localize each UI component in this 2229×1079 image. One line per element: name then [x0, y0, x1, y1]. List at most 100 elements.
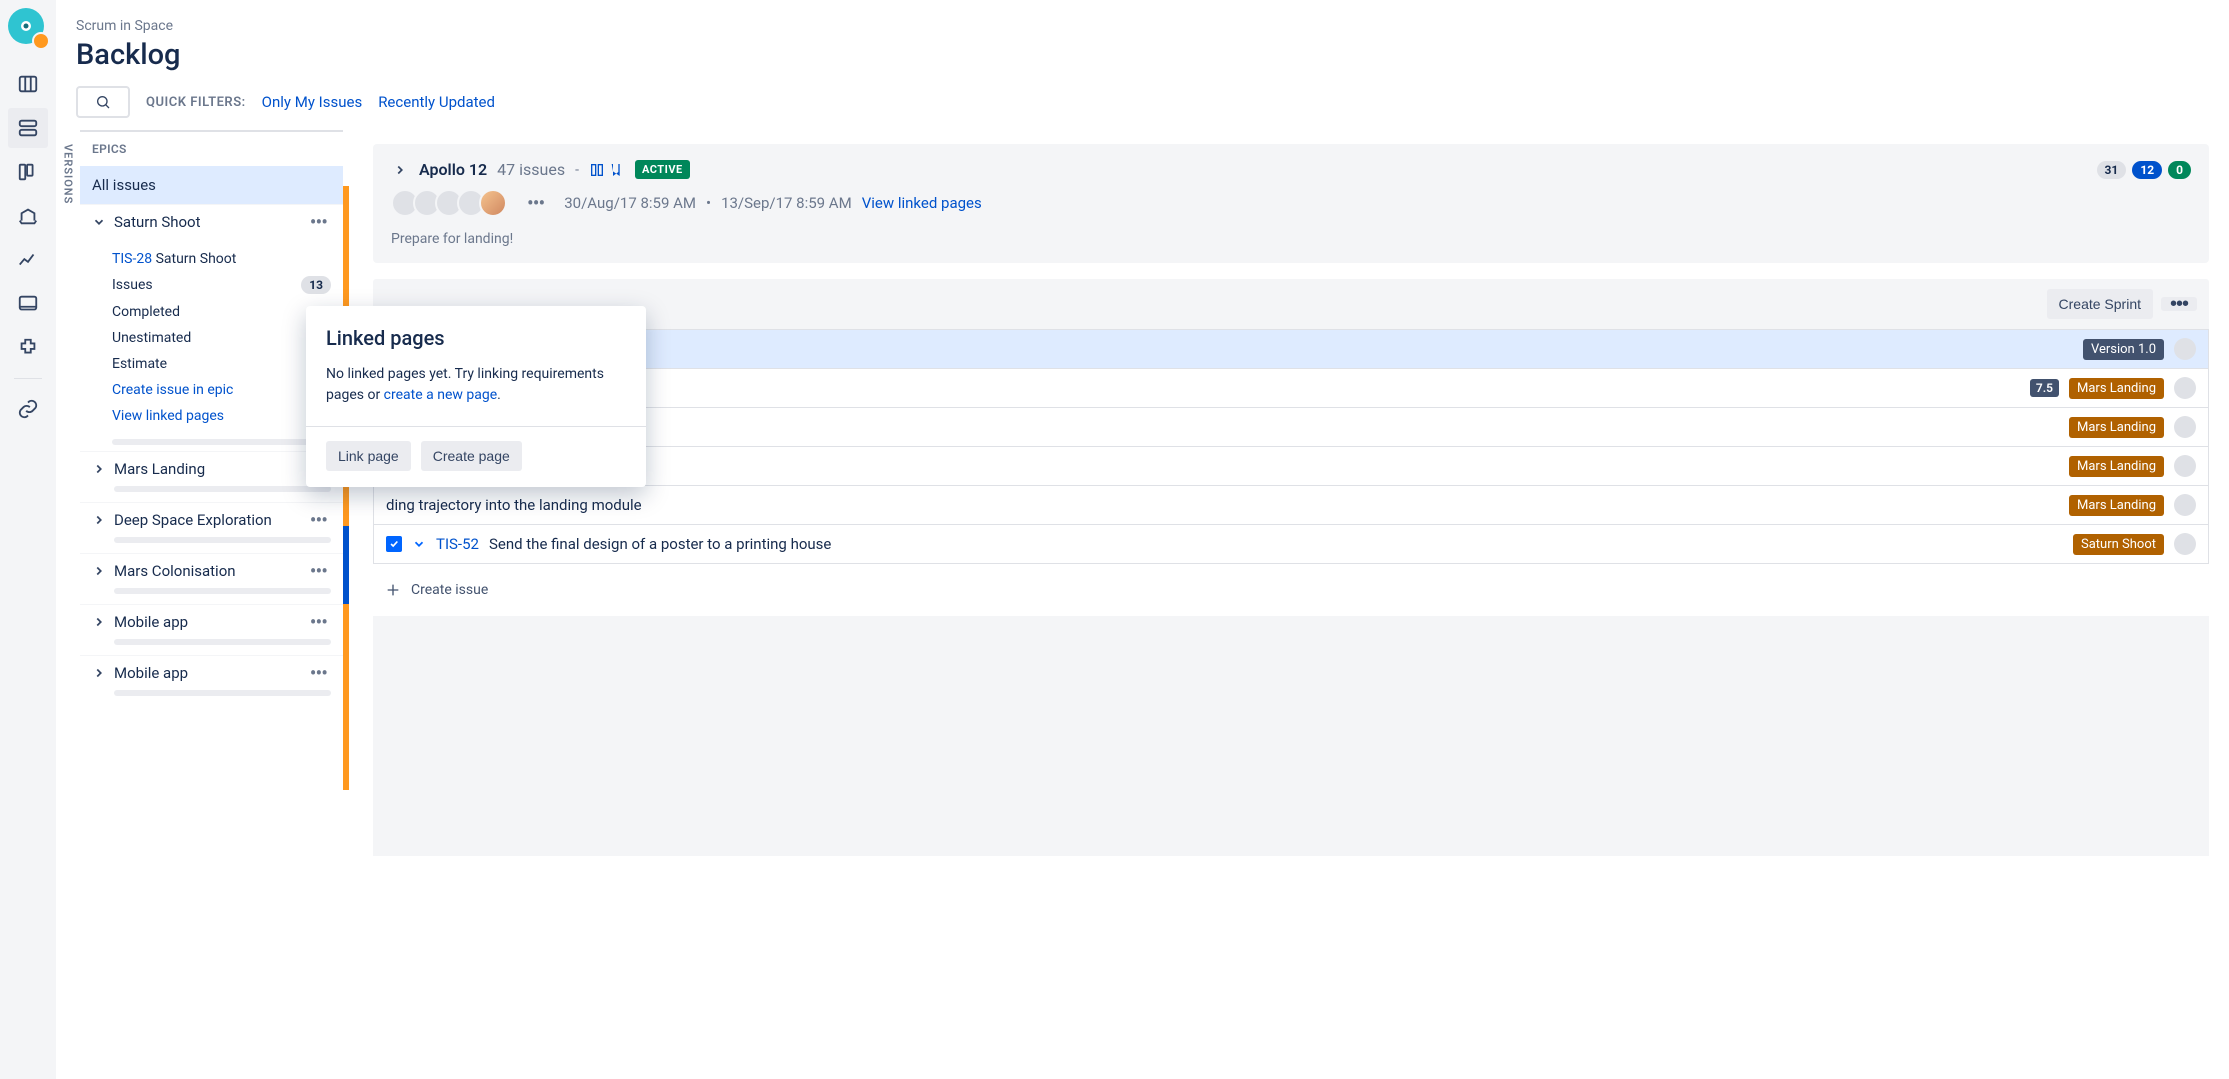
epic-mars-landing[interactable]: Mars Landing: [80, 451, 343, 502]
epic-more-icon[interactable]: •••: [306, 618, 331, 626]
view-linked-pages-sprint[interactable]: View linked pages: [862, 194, 982, 212]
active-sprints-icon[interactable]: [8, 152, 48, 192]
todo-count: 31: [2097, 161, 2127, 179]
view-linked-pages-epic[interactable]: View linked pages: [112, 403, 331, 429]
epics-panel: EPICS All issues Saturn Shoot ••• TIS-28…: [80, 130, 343, 1079]
epic-name: Saturn Shoot: [114, 213, 298, 231]
date-separator: •: [706, 194, 711, 212]
issue-row[interactable]: TIS-52 Send the final design of a poster…: [374, 524, 2208, 563]
chevron-right-icon[interactable]: [92, 564, 106, 578]
epic-progress: [114, 486, 331, 492]
versions-label: VERSIONS: [62, 144, 75, 204]
chevron-right-icon[interactable]: [92, 666, 106, 680]
issue-row[interactable]: acker app updates Version 1.0: [374, 329, 2208, 368]
chevron-right-icon[interactable]: [92, 615, 106, 629]
boards-icon[interactable]: [8, 64, 48, 104]
unestimated-label: Unestimated: [112, 330, 191, 346]
epic-mars-colonisation[interactable]: Mars Colonisation •••: [80, 553, 343, 604]
filter-recently-updated[interactable]: Recently Updated: [378, 93, 495, 111]
issue-key[interactable]: TIS-52: [436, 535, 479, 553]
versions-panel-toggle[interactable]: VERSIONS: [56, 130, 80, 1079]
quick-filters-label: QUICK FILTERS:: [146, 95, 246, 110]
link-page-button[interactable]: Link page: [326, 441, 411, 471]
done-count: 0: [2168, 161, 2191, 179]
epic-tag[interactable]: Saturn Shoot: [2073, 534, 2164, 555]
chevron-down-icon[interactable]: [92, 215, 106, 229]
epic-details: TIS-28 Saturn Shoot Issues 13 Completed …: [80, 241, 343, 451]
issues-count: 13: [301, 276, 331, 294]
priority-icon: [412, 537, 426, 551]
version-tag: Version 1.0: [2083, 339, 2164, 360]
epic-progress: [114, 537, 331, 543]
assignee-avatar[interactable]: [2174, 416, 2196, 438]
epic-tag[interactable]: Mars Landing: [2069, 417, 2164, 438]
epic-saturn-shoot[interactable]: Saturn Shoot •••: [80, 204, 343, 241]
issue-row[interactable]: nding site 7.5 Mars Landing: [374, 368, 2208, 407]
backlog-icon[interactable]: [8, 108, 48, 148]
epic-key[interactable]: TIS-28: [112, 251, 152, 267]
link-icon[interactable]: [8, 389, 48, 429]
epics-header: EPICS: [80, 132, 343, 166]
reports-icon[interactable]: [8, 240, 48, 280]
search-input[interactable]: [76, 86, 130, 118]
inprogress-count: 12: [2132, 161, 2162, 179]
epic-more-icon[interactable]: •••: [306, 218, 331, 226]
create-page-button[interactable]: Create page: [421, 441, 522, 471]
epic-mobile-app-2[interactable]: Mobile app •••: [80, 655, 343, 706]
epic-name: Mobile app: [114, 613, 298, 631]
sprint-status-badge: ACTIVE: [635, 160, 690, 179]
epic-name: Mars Colonisation: [114, 562, 298, 580]
epic-tag[interactable]: Mars Landing: [2069, 378, 2164, 399]
sprint-icons[interactable]: [589, 162, 625, 178]
epic-mobile-app-1[interactable]: Mobile app •••: [80, 604, 343, 655]
breadcrumb[interactable]: Scrum in Space: [76, 18, 2209, 34]
backlog-more-icon[interactable]: •••: [2161, 297, 2197, 311]
popover-body: No linked pages yet. Try linking require…: [326, 364, 626, 406]
sprint-end-date: 13/Sep/17 8:59 AM: [721, 194, 852, 212]
assignee-avatar[interactable]: [2174, 455, 2196, 477]
assignee-avatar[interactable]: [2174, 494, 2196, 516]
ship-icon[interactable]: [8, 196, 48, 236]
create-issue-in-epic[interactable]: Create issue in epic: [112, 377, 331, 403]
backlog-header: Create Sprint •••: [373, 279, 2209, 329]
filter-only-my-issues[interactable]: Only My Issues: [262, 93, 363, 111]
sprint-start-date: 30/Aug/17 8:59 AM: [564, 194, 696, 212]
sprint-card: Apollo 12 47 issues - ACTIVE 31 12 0: [373, 144, 2209, 263]
create-new-page-link[interactable]: create a new page: [384, 387, 497, 403]
epic-color-stripes: [343, 132, 349, 1079]
all-issues[interactable]: All issues: [80, 166, 343, 204]
assignee-avatar[interactable]: [2174, 533, 2196, 555]
addon-icon[interactable]: [8, 328, 48, 368]
epic-title: Saturn Shoot: [156, 251, 237, 267]
issue-row[interactable]: ding trajectory into the landing module …: [374, 485, 2208, 524]
backlog-footer: [373, 616, 2209, 856]
sprint-goal: Prepare for landing!: [391, 231, 2191, 247]
project-avatar[interactable]: [8, 8, 48, 48]
epic-progress: [114, 690, 331, 696]
create-issue-button[interactable]: Create issue: [373, 564, 2209, 616]
create-sprint-button[interactable]: Create Sprint: [2047, 289, 2153, 319]
assignee-avatar[interactable]: [2174, 338, 2196, 360]
epic-more-icon[interactable]: •••: [306, 669, 331, 677]
chevron-right-icon[interactable]: [92, 462, 106, 476]
task-icon: [386, 536, 402, 552]
sprint-assignees[interactable]: [391, 189, 507, 217]
epic-tag[interactable]: Mars Landing: [2069, 456, 2164, 477]
epic-more-icon[interactable]: •••: [306, 567, 331, 575]
chevron-right-icon[interactable]: [92, 513, 106, 527]
avatar[interactable]: [479, 189, 507, 217]
assignee-avatar[interactable]: [2174, 377, 2196, 399]
issue-row[interactable]: -landing report to Earth Mars Landing: [374, 446, 2208, 485]
issue-row[interactable]: landing site Mars Landing: [374, 407, 2208, 446]
estimate-pill: 7.5: [2030, 379, 2059, 397]
sprint-issue-count: 47 issues: [497, 160, 565, 179]
epic-progress: [114, 639, 331, 645]
create-issue-label: Create issue: [411, 582, 488, 598]
epic-more-icon[interactable]: •••: [306, 516, 331, 524]
epic-name: Mars Landing: [114, 460, 331, 478]
epic-deep-space[interactable]: Deep Space Exploration •••: [80, 502, 343, 553]
sprint-more-icon[interactable]: •••: [523, 199, 548, 207]
epic-tag[interactable]: Mars Landing: [2069, 495, 2164, 516]
dashboard-icon[interactable]: [8, 284, 48, 324]
chevron-right-icon[interactable]: [391, 161, 409, 179]
